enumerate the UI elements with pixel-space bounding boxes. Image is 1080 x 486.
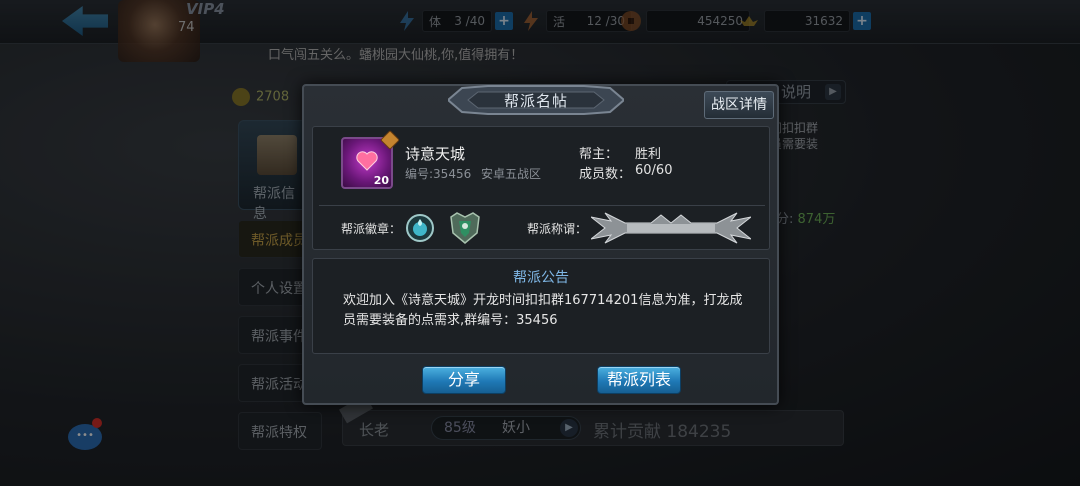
leader-name: 胜利	[635, 147, 662, 162]
modal-title: 帮派名帖	[503, 91, 568, 110]
leader-label: 帮主：	[579, 147, 619, 162]
notice-heading: 帮派公告	[513, 270, 569, 286]
guild-server: 安卓五战区	[481, 167, 542, 181]
guild-card-modal: 帮派名帖 战区详情 20 诗意天城 编号:35456 安卓五战区 帮主： 胜利 …	[302, 84, 779, 405]
rank-badge-icon	[380, 130, 400, 150]
emblem-shield-icon[interactable]	[447, 211, 483, 245]
members-count: 60/60	[635, 163, 673, 178]
notice-body: 欢迎加入《诗意天城》开龙时间扣扣群167714201信息为准，打龙成员需要装备的…	[343, 293, 743, 328]
guild-notice-box: 帮派公告 欢迎加入《诗意天城》开龙时间扣扣群167714201信息为准，打龙成员…	[312, 258, 770, 354]
heart-icon	[356, 151, 378, 171]
guild-level: 20	[373, 174, 389, 187]
modal-title-plate: 帮派名帖	[448, 82, 624, 118]
guild-id: 编号:35456	[405, 167, 472, 181]
guild-name: 诗意天城	[405, 145, 466, 163]
guild-title-banner	[591, 212, 751, 244]
members-label: 成员数：	[579, 167, 632, 182]
guild-list-button[interactable]: 帮派列表	[597, 366, 681, 394]
emblem-label: 帮派徽章：	[341, 222, 402, 236]
divider	[319, 205, 765, 206]
region-details-button[interactable]: 战区详情	[704, 91, 774, 119]
guild-info-box: 20 诗意天城 编号:35456 安卓五战区 帮主： 胜利 成员数： 60/60…	[312, 126, 770, 250]
guild-title-label: 帮派称谓：	[527, 222, 588, 236]
emblem-orb-icon[interactable]	[405, 213, 435, 243]
share-button[interactable]: 分享	[422, 366, 506, 394]
guild-avatar: 20	[341, 130, 400, 189]
